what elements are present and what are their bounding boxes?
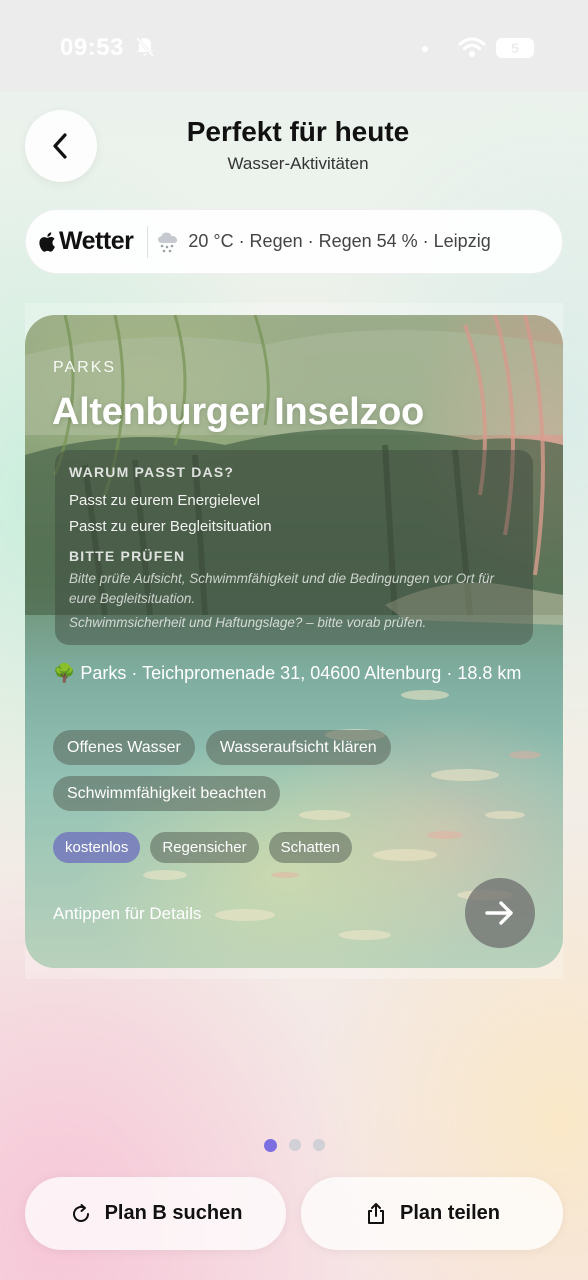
plan-b-label: Plan B suchen (104, 1202, 243, 1224)
page-title: Perfekt für heute (186, 116, 410, 147)
page-dot[interactable] (313, 1139, 325, 1151)
reason-heading: WARUM PASST DAS? (69, 464, 235, 480)
tag-chip: Schatten (268, 832, 352, 863)
weather-divider (147, 225, 149, 258)
check-heading: BITTE PRÜFEN (69, 548, 186, 564)
page-dot-active[interactable] (264, 1139, 277, 1152)
bell-slash-icon (135, 37, 155, 57)
reason-item: Passt zu eurer Begleitsituation (69, 518, 272, 535)
share-plan-label: Plan teilen (399, 1202, 501, 1224)
share-icon (367, 1202, 384, 1224)
page-indicator[interactable] (264, 1139, 325, 1152)
warning-chip: Schwimmfähigkeit beachten (53, 776, 281, 811)
warning-chip: Offenes Wasser (53, 730, 195, 765)
status-time: 09:53 (60, 34, 124, 61)
arrow-right-icon (485, 901, 513, 925)
reason-box: WARUM PASST DAS? Passt zu eurem Energiel… (55, 450, 533, 645)
location-line: 🌳 Parks · Teichpromenade 31, 04600 Alten… (53, 663, 522, 683)
card-hint: Antippen für Details (53, 904, 202, 923)
page-subtitle: Wasser-Aktivitäten (227, 154, 369, 173)
check-note: Schwimmsicherheit und Haftungslage? – bi… (69, 615, 427, 630)
tag-chips: kostenlos Regensicher Schatten (53, 832, 352, 863)
weather-brand-label: Wetter (59, 227, 134, 255)
card-details-button[interactable] (465, 878, 535, 948)
card-category: PARKS (53, 359, 117, 376)
check-note: Bitte prüfe Aufsicht, Schwimmfähigkeit u… (69, 571, 494, 606)
reason-item: Passt zu eurem Energielevel (69, 492, 260, 509)
apple-logo-icon (39, 231, 55, 252)
battery-icon: 5 (496, 38, 534, 58)
plan-b-button[interactable]: Plan B suchen (25, 1177, 286, 1250)
share-plan-button[interactable]: Plan teilen (301, 1177, 563, 1250)
warning-chips: Offenes Wasser Wasseraufsicht klären Sch… (53, 730, 533, 811)
page-dot[interactable] (289, 1139, 301, 1151)
cloud-rain-snow-icon (158, 232, 178, 252)
refresh-icon (72, 1203, 89, 1222)
wifi-icon (458, 37, 486, 57)
recording-dot (422, 46, 428, 52)
card-title: Altenburger Inselzoo (52, 391, 424, 433)
tag-chip-free: kostenlos (53, 832, 141, 863)
weather-brand: Wetter (38, 227, 134, 256)
weather-bar[interactable]: Wetter 20 °C · Regen · Regen 54 % · Leip… (25, 209, 563, 274)
weather-info: 20 °C · Regen · Regen 54 % · Leipzig (188, 231, 491, 251)
tag-chip: Regensicher (150, 832, 259, 863)
warning-chip: Wasseraufsicht klären (205, 730, 391, 765)
status-bar: 09:53 5 (0, 0, 588, 92)
activity-card[interactable]: PARKS Altenburger Inselzoo WARUM PASST D… (25, 315, 563, 968)
